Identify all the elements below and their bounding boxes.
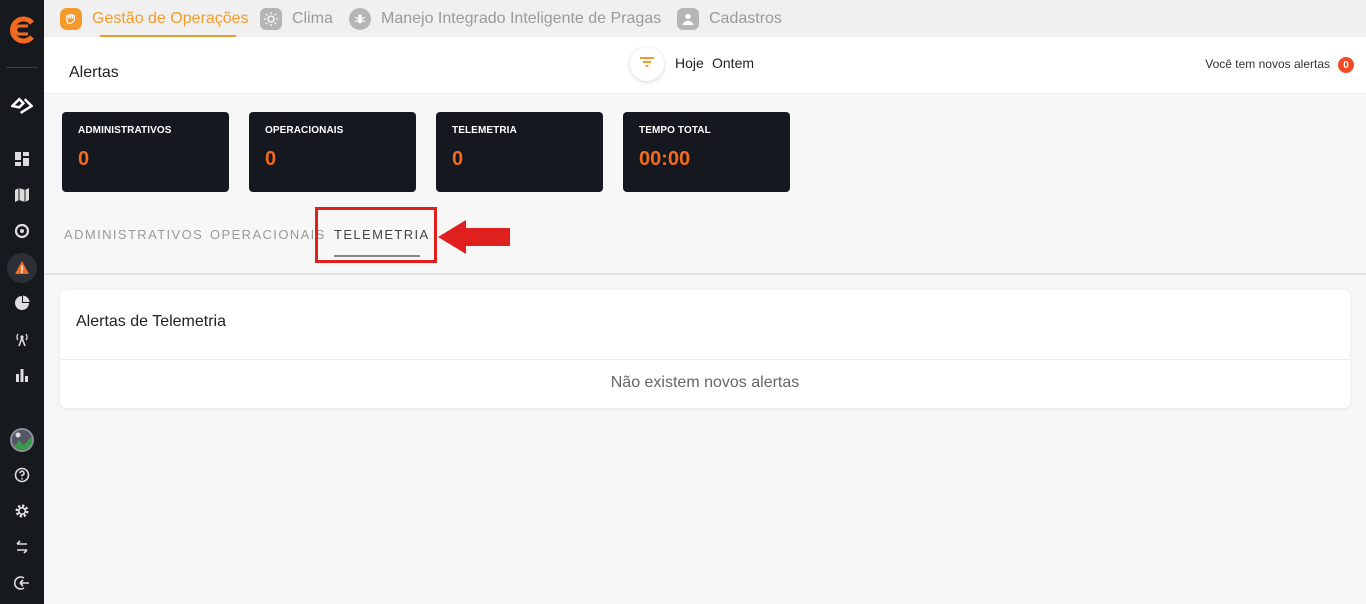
nav-cadastros[interactable]: Cadastros <box>677 0 782 37</box>
filter-today-link[interactable]: Hoje <box>675 55 704 71</box>
page-title: Alertas <box>69 64 119 81</box>
new-alerts-badge[interactable]: 0 <box>1338 57 1354 73</box>
card-value: 0 <box>452 148 464 170</box>
logout-icon[interactable] <box>10 571 34 595</box>
antenna-icon[interactable] <box>10 327 34 351</box>
telemetry-alerts-panel: Alertas de Telemetria Não existem novos … <box>60 290 1350 408</box>
settings-gear-icon[interactable] <box>10 499 34 523</box>
nav-manejo-pragas[interactable]: Manejo Integrado Inteligente de Pragas <box>349 0 661 37</box>
sun-icon <box>260 7 282 30</box>
card-tempo-total: TEMPO TOTAL 00:00 <box>623 112 790 192</box>
new-alerts-text[interactable]: Você tem novos alertas <box>1205 57 1330 71</box>
nav-label: Clima <box>292 9 333 27</box>
tab-administrativos[interactable]: ADMINISTRATIVOS <box>64 227 203 242</box>
app-logo-icon[interactable] <box>6 14 38 46</box>
sidebar <box>0 0 44 604</box>
brand-mark-icon[interactable] <box>10 94 34 118</box>
filter-yesterday-link[interactable]: Ontem <box>712 55 754 71</box>
annotation-highlight-box <box>315 207 437 263</box>
nav-clima[interactable]: Clima <box>260 0 333 37</box>
filter-button[interactable] <box>630 47 664 81</box>
nav-label: Gestão de Operações <box>92 9 249 27</box>
nav-label: Manejo Integrado Inteligente de Pragas <box>381 9 662 27</box>
card-telemetria: TELEMETRIA 0 <box>436 112 603 192</box>
help-icon[interactable] <box>10 463 34 487</box>
card-label: TELEMETRIA <box>452 125 517 136</box>
gauge-icon[interactable] <box>10 219 34 243</box>
filter-icon <box>639 54 655 75</box>
bar-chart-icon[interactable] <box>10 363 34 387</box>
dashboard-icon[interactable] <box>10 147 34 171</box>
card-value: 0 <box>265 148 277 170</box>
card-label: OPERACIONAIS <box>265 125 344 136</box>
map-icon[interactable] <box>10 183 34 207</box>
annotation-arrow-icon <box>436 218 512 256</box>
alert-warning-icon[interactable] <box>7 253 37 283</box>
nav-label: Cadastros <box>709 9 782 27</box>
card-label: ADMINISTRATIVOS <box>78 125 172 136</box>
section-divider <box>44 273 1366 275</box>
user-icon <box>677 7 699 30</box>
card-value: 0 <box>78 148 90 170</box>
top-navigation: Gestão de Operações Clima Manejo Integra… <box>44 0 1366 37</box>
tab-operacionais[interactable]: OPERACIONAIS <box>210 227 326 242</box>
card-label: TEMPO TOTAL <box>639 125 711 136</box>
card-operacionais: OPERACIONAIS 0 <box>249 112 416 192</box>
empty-state-message: Não existem novos alertas <box>610 374 800 391</box>
user-avatar[interactable] <box>10 428 34 452</box>
panel-divider <box>60 359 1350 360</box>
sidebar-divider <box>6 67 38 68</box>
swap-arrows-icon[interactable] <box>10 535 34 559</box>
nav-gestao-operacoes[interactable]: Gestão de Operações <box>60 0 249 37</box>
pie-chart-icon[interactable] <box>10 291 34 315</box>
page-header: Alertas Hoje Ontem Você tem novos alerta… <box>44 37 1366 94</box>
bug-icon <box>349 7 371 30</box>
card-value: 00:00 <box>639 148 691 170</box>
card-administrativos: ADMINISTRATIVOS 0 <box>62 112 229 192</box>
operations-hand-icon <box>60 7 82 30</box>
panel-title: Alertas de Telemetria <box>76 313 226 330</box>
